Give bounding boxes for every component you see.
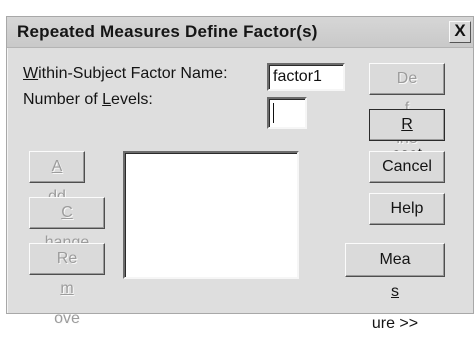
text-caret xyxy=(273,103,274,123)
define-button[interactable]: Define xyxy=(369,63,445,147)
levels-label: Number of Levels: xyxy=(23,91,153,108)
factor-list[interactable] xyxy=(123,151,299,279)
remove-button[interactable]: Re m ove xyxy=(29,243,105,327)
add-button[interactable]: Add xyxy=(29,151,85,205)
levels-input[interactable] xyxy=(267,97,307,129)
help-button[interactable]: Help xyxy=(369,193,445,225)
dialog-title: Repeated Measures Define Factor(s) xyxy=(17,22,318,41)
factor-name-label: Within-Subject Factor Name: xyxy=(23,65,228,82)
reset-button[interactable]: Reset xyxy=(369,109,445,163)
factor-name-input[interactable]: factor1 xyxy=(267,63,345,91)
cancel-button[interactable]: Cancel xyxy=(369,151,445,183)
repeated-measures-dialog: Repeated Measures Define Factor(s) X Wit… xyxy=(6,16,474,332)
close-icon[interactable]: X xyxy=(449,21,471,43)
title-bar[interactable]: Repeated Measures Define Factor(s) X xyxy=(7,17,473,48)
change-button[interactable]: Change xyxy=(29,197,105,251)
measure-button[interactable]: Mea s ure >> xyxy=(345,243,445,332)
